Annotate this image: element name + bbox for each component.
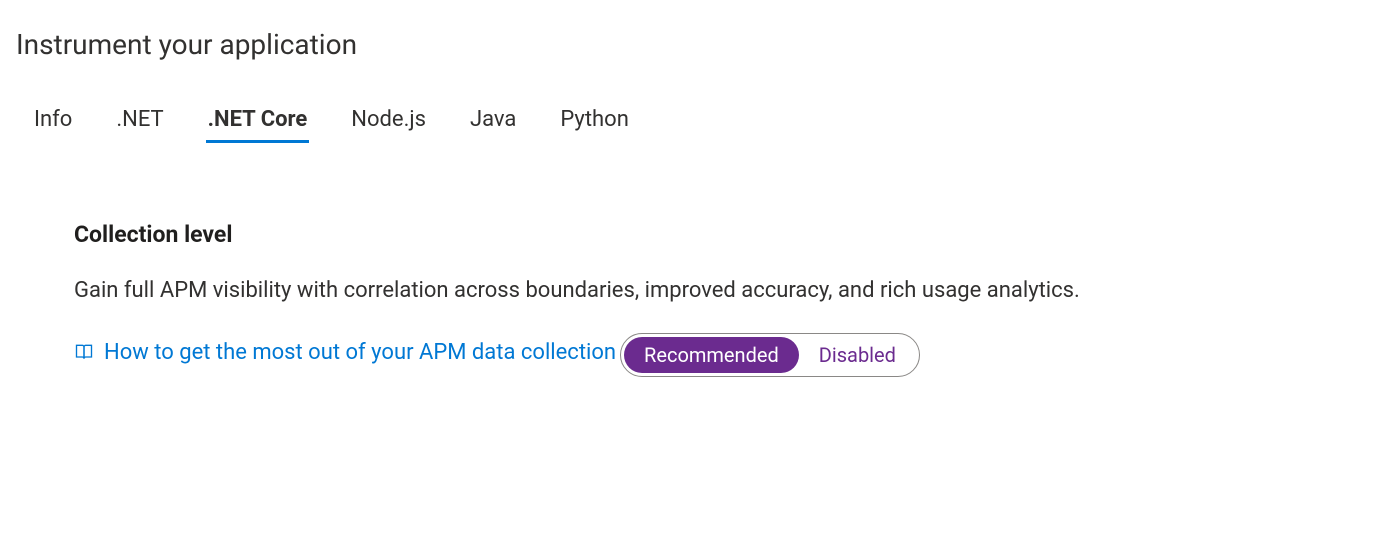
tab-python[interactable]: Python (558, 101, 630, 143)
tab-nodejs[interactable]: Node.js (349, 101, 428, 143)
tab-java[interactable]: Java (468, 101, 518, 143)
collection-level-toggle: Recommended Disabled (620, 333, 920, 377)
section-description: Gain full APM visibility with correlatio… (74, 278, 1216, 303)
collection-level-section: Collection level Gain full APM visibilit… (16, 221, 1216, 405)
section-heading: Collection level (74, 221, 1216, 248)
toggle-option-disabled[interactable]: Disabled (799, 337, 916, 373)
tab-dotnet[interactable]: .NET (114, 101, 165, 143)
tabs-container: Info .NET .NET Core Node.js Java Python (16, 101, 1378, 143)
help-link[interactable]: How to get the most out of your APM data… (74, 340, 616, 365)
book-icon (74, 342, 94, 362)
help-link-text: How to get the most out of your APM data… (104, 340, 616, 365)
tab-dotnet-core[interactable]: .NET Core (206, 101, 310, 143)
toggle-option-recommended[interactable]: Recommended (624, 337, 799, 373)
page-title: Instrument your application (16, 28, 1378, 61)
tab-info[interactable]: Info (32, 101, 74, 143)
